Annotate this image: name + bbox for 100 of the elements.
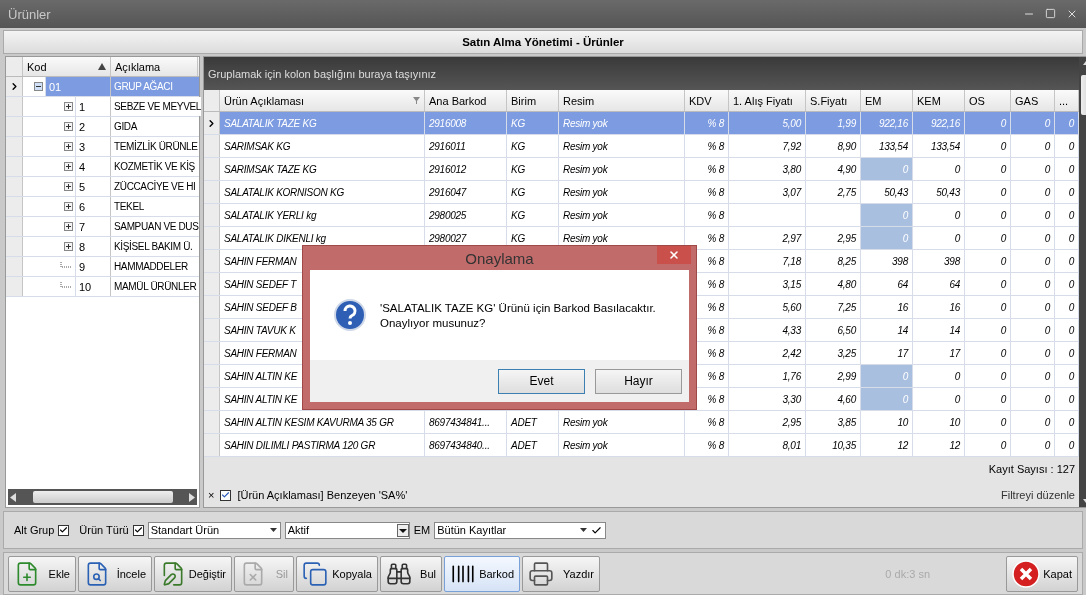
table-cell: % 8 xyxy=(685,411,729,433)
table-cell: 0 xyxy=(965,296,1011,318)
table-cell: 0 xyxy=(965,342,1011,364)
table-cell: 0 xyxy=(1011,135,1055,157)
table-cell: 0 xyxy=(1011,365,1055,387)
table-cell: 398 xyxy=(861,250,913,272)
table-cell: 922,16 xyxy=(861,112,913,134)
table-cell: 0 xyxy=(1011,273,1055,295)
table-cell: 133,54 xyxy=(913,135,965,157)
table-cell: 0 xyxy=(965,434,1011,456)
table-cell: 4,33 xyxy=(729,319,806,341)
table-cell: Resim yok xyxy=(559,135,685,157)
tree-label: SEBZE VE MEYVEL xyxy=(111,97,201,116)
group-hint: Gruplamak için kolon başlığını buraya taşıyınız xyxy=(208,67,437,80)
table-cell: 0 xyxy=(1011,342,1055,364)
alt-grup-label: Alt Grup xyxy=(14,524,55,536)
table-cell: 7,18 xyxy=(729,250,806,272)
table-cell: 0 xyxy=(861,365,913,387)
table-cell: 0 xyxy=(913,365,965,387)
record-count: Kayıt Sayısı : 127 xyxy=(988,463,1075,475)
table-cell: 1,76 xyxy=(729,365,806,387)
table-cell: ADET xyxy=(507,434,559,456)
table-cell: 2916012 xyxy=(425,158,507,180)
table-cell: 8,25 xyxy=(806,250,861,272)
table-cell: 2,75 xyxy=(806,181,861,203)
table-cell: 0 xyxy=(1011,158,1055,180)
table-cell: 922,16 xyxy=(913,112,965,134)
table-cell: 0 xyxy=(965,227,1011,249)
table-cell: 133,54 xyxy=(861,135,913,157)
table-cell: 16 xyxy=(861,296,913,318)
table-cell: 3,85 xyxy=(806,411,861,433)
table-cell: 2916011 xyxy=(425,135,507,157)
table-cell: 2916008 xyxy=(425,112,507,134)
table-cell: 6,50 xyxy=(806,319,861,341)
table-cell: 0 xyxy=(913,227,965,249)
table-cell: Resim yok xyxy=(559,411,685,433)
table-cell: 16 xyxy=(913,296,965,318)
table-cell: 0 xyxy=(1011,434,1055,456)
table-cell: 2980025 xyxy=(425,204,507,226)
table-cell: 0 xyxy=(1011,227,1055,249)
table-cell: SALATALIK YERLI kg xyxy=(220,204,425,226)
table-cell: 0 xyxy=(965,319,1011,341)
table-cell: SALATALIK KORNISON KG xyxy=(220,181,425,203)
table-cell: 2916047 xyxy=(425,181,507,203)
table-cell: 5,00 xyxy=(729,112,806,134)
table-cell: SAHIN ALTIN KESIM KAVURMA 35 GR xyxy=(220,411,425,433)
table-cell: 17 xyxy=(861,342,913,364)
table-cell: 5,60 xyxy=(729,296,806,318)
table-cell: 0 xyxy=(1011,388,1055,410)
table-cell: 2,42 xyxy=(729,342,806,364)
table-cell: 0 xyxy=(965,135,1011,157)
table-cell: Resim yok xyxy=(559,158,685,180)
table-cell: 7,92 xyxy=(729,135,806,157)
table-cell: 3,25 xyxy=(806,342,861,364)
table-cell: 17 xyxy=(913,342,965,364)
table-cell: 10 xyxy=(861,411,913,433)
table-cell: 0 xyxy=(965,112,1011,134)
table-cell: 0 xyxy=(965,388,1011,410)
table-cell: KG xyxy=(507,135,559,157)
table-cell: 0 xyxy=(1011,204,1055,226)
table-cell: 0 xyxy=(965,181,1011,203)
dialog-title: Onaylama xyxy=(465,249,534,267)
table-cell: 50,43 xyxy=(913,181,965,203)
table-cell: 0 xyxy=(1011,411,1055,433)
table-cell: 0 xyxy=(913,388,965,410)
form-title: Satın Alma Yönetimi - Ürünler xyxy=(462,36,624,48)
table-cell: KG xyxy=(507,112,559,134)
table-cell: 8,01 xyxy=(729,434,806,456)
table-cell: 14 xyxy=(861,319,913,341)
table-cell: 3,07 xyxy=(729,181,806,203)
table-cell: 50,43 xyxy=(861,181,913,203)
table-cell: % 8 xyxy=(685,434,729,456)
tree-label: GRUP AĞACI xyxy=(111,77,199,96)
table-cell: 2,97 xyxy=(729,227,806,249)
table-cell: 12 xyxy=(861,434,913,456)
table-cell: Resim yok xyxy=(559,204,685,226)
table-cell: 12 xyxy=(913,434,965,456)
table-cell: 0 xyxy=(965,250,1011,272)
table-cell: 1,99 xyxy=(806,112,861,134)
product-type-label: Ürün Türü xyxy=(79,524,129,536)
table-cell: 0 xyxy=(965,365,1011,387)
table-cell: % 8 xyxy=(685,204,729,226)
table-cell: KG xyxy=(507,204,559,226)
table-cell: 3,15 xyxy=(729,273,806,295)
table-cell: 3,30 xyxy=(729,388,806,410)
table-cell: 64 xyxy=(861,273,913,295)
table-cell: 0 xyxy=(1011,181,1055,203)
table-cell: 0 xyxy=(1011,296,1055,318)
table-cell: 8697434841... xyxy=(425,411,507,433)
table-cell: 0 xyxy=(965,273,1011,295)
table-cell: 0 xyxy=(965,204,1011,226)
table-cell: 10 xyxy=(913,411,965,433)
table-cell: SARIMSAK KG xyxy=(220,135,425,157)
table-cell: 0 xyxy=(861,227,913,249)
table-cell: 3,80 xyxy=(729,158,806,180)
table-cell: 64 xyxy=(913,273,965,295)
table-cell: % 8 xyxy=(685,135,729,157)
table-cell: Resim yok xyxy=(559,112,685,134)
table-cell: 2,95 xyxy=(729,411,806,433)
table-cell: % 8 xyxy=(685,181,729,203)
